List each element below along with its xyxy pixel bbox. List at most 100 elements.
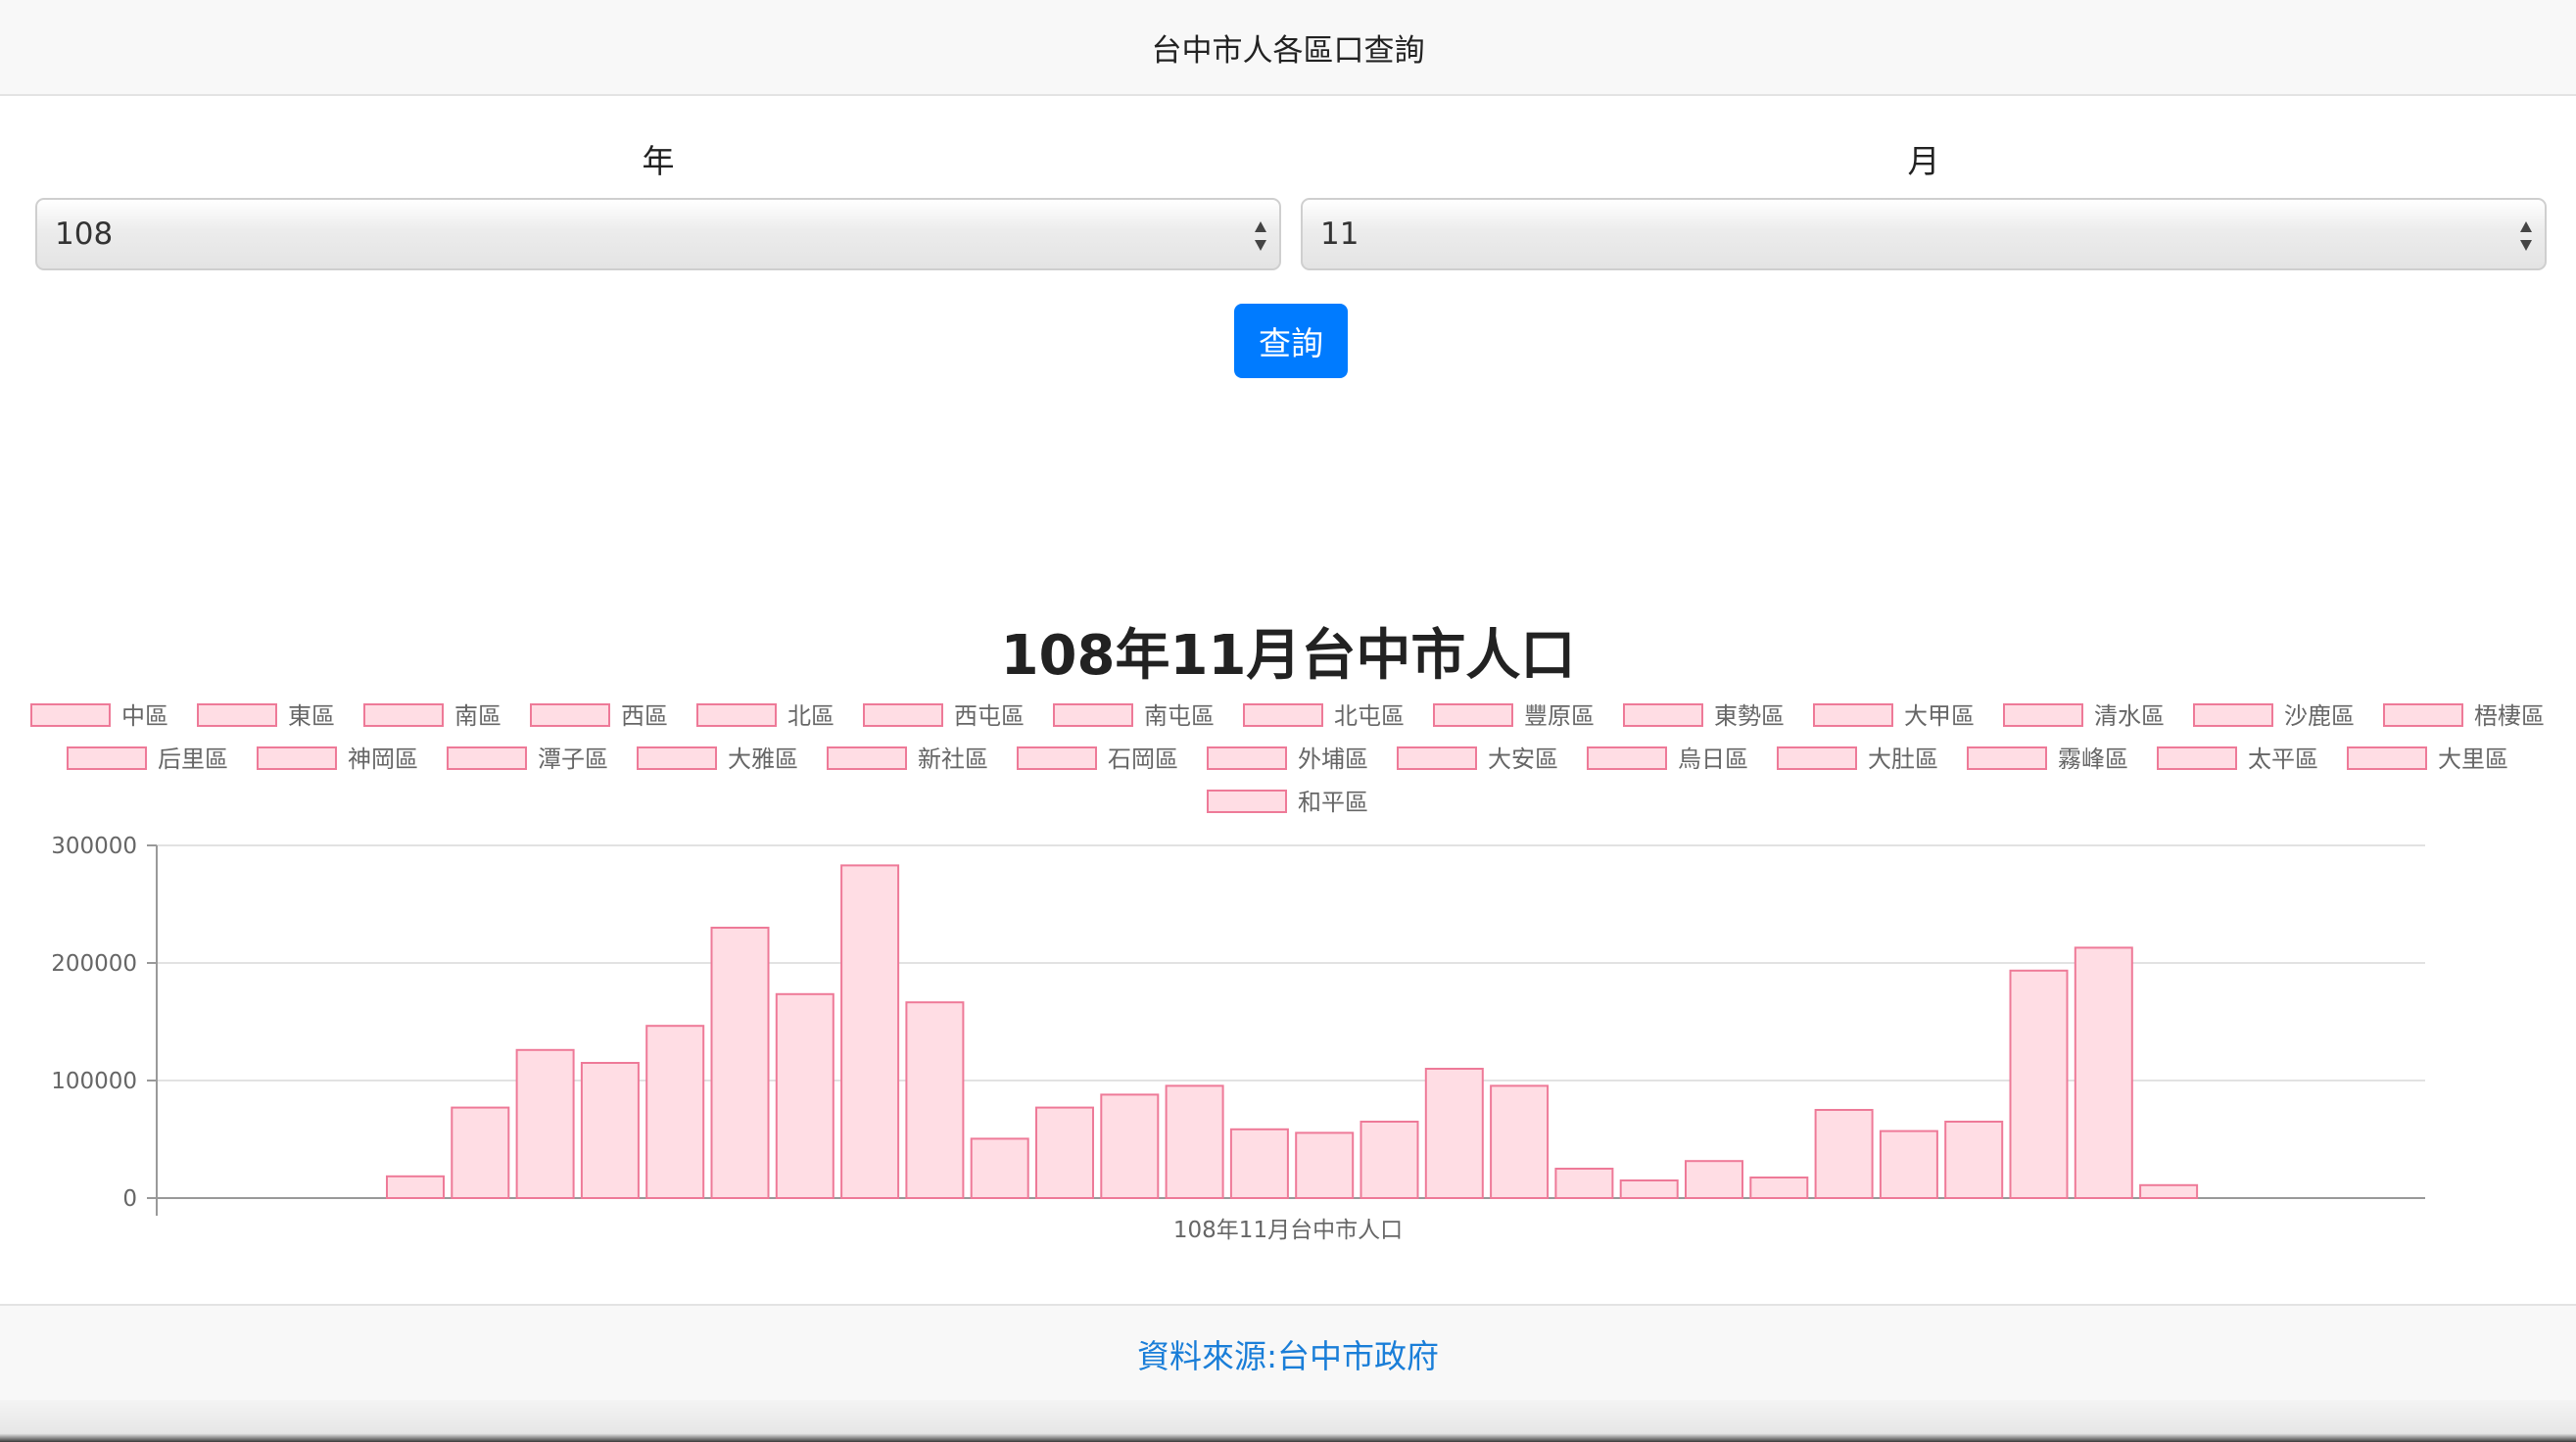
legend-swatch[interactable] (1967, 746, 2047, 770)
legend-swatch[interactable] (363, 703, 444, 727)
legend-swatch[interactable] (827, 746, 907, 770)
bar-北屯區[interactable] (840, 864, 900, 1199)
bar-中區[interactable] (386, 1175, 445, 1199)
bar-石岡區[interactable] (1619, 1179, 1679, 1199)
bar-太平區[interactable] (2009, 969, 2069, 1199)
legend-swatch[interactable] (257, 746, 337, 770)
bar-東勢區[interactable] (970, 1137, 1029, 1199)
bar-新社區[interactable] (1554, 1168, 1614, 1199)
legend-label[interactable]: 大里區 (2438, 745, 2508, 773)
legend-label[interactable]: 梧棲區 (2474, 702, 2545, 730)
legend-label[interactable]: 外埔區 (1298, 745, 1368, 773)
legend-label[interactable]: 中區 (121, 702, 168, 730)
legend-label[interactable]: 大雅區 (728, 745, 798, 773)
bar-沙鹿區[interactable] (1165, 1084, 1224, 1199)
legend-swatch[interactable] (1017, 746, 1097, 770)
legend-label[interactable]: 烏日區 (1678, 745, 1748, 773)
bar-潭子區[interactable] (1424, 1068, 1484, 1199)
legend-swatch[interactable] (197, 703, 277, 727)
legend-swatch[interactable] (2003, 703, 2083, 727)
legend-swatch[interactable] (1207, 746, 1287, 770)
bar-大雅區[interactable] (1490, 1084, 1550, 1199)
legend-swatch[interactable] (1777, 746, 1857, 770)
legend-label[interactable]: 大甲區 (1904, 702, 1975, 730)
legend-label[interactable]: 北區 (787, 702, 835, 730)
legend-label[interactable]: 西屯區 (954, 702, 1025, 730)
bar-和平區[interactable] (2139, 1183, 2199, 1199)
legend-swatch[interactable] (1813, 703, 1893, 727)
legend-label[interactable]: 清水區 (2094, 702, 2165, 730)
legend-swatch[interactable] (2383, 703, 2463, 727)
legend-swatch[interactable] (30, 703, 111, 727)
legend-label[interactable]: 東勢區 (1714, 702, 1785, 730)
legend-swatch[interactable] (530, 703, 610, 727)
select-arrows-icon (1255, 221, 1266, 251)
bar-南區[interactable] (515, 1048, 575, 1199)
y-tick-label: 0 (122, 1186, 137, 1212)
y-tick-label: 100000 (51, 1069, 137, 1094)
bar-西區[interactable] (580, 1062, 640, 1199)
legend-label[interactable]: 神岡區 (348, 745, 418, 773)
legend-label[interactable]: 西區 (621, 702, 668, 730)
legend-label[interactable]: 東區 (288, 702, 335, 730)
legend-swatch[interactable] (696, 703, 777, 727)
bar-北區[interactable] (645, 1025, 705, 1200)
month-select-value: 11 (1320, 216, 1360, 252)
legend-label[interactable]: 和平區 (1298, 789, 1368, 816)
year-select[interactable]: 108 (35, 198, 1281, 270)
legend-label[interactable]: 太平區 (2248, 745, 2318, 773)
legend-swatch[interactable] (637, 746, 717, 770)
bar-東區[interactable] (451, 1106, 510, 1200)
legend-label[interactable]: 北屯區 (1334, 702, 1405, 730)
legend-label[interactable]: 大肚區 (1868, 745, 1938, 773)
bar-梧棲區[interactable] (1229, 1128, 1289, 1199)
bar-烏日區[interactable] (1814, 1109, 1874, 1199)
y-tick-label: 200000 (51, 951, 137, 977)
chart-title: 108年11月台中市人口 (1000, 624, 1576, 688)
legend-label[interactable]: 南區 (454, 702, 501, 730)
bar-外埔區[interactable] (1685, 1160, 1743, 1200)
legend-label[interactable]: 豐原區 (1524, 702, 1595, 730)
footer: 資料來源:台中市政府 (0, 1304, 2576, 1404)
legend-swatch[interactable] (2193, 703, 2273, 727)
bar-大里區[interactable] (2074, 946, 2133, 1199)
bar-南屯區[interactable] (775, 992, 835, 1199)
year-label: 年 (642, 142, 675, 180)
legend-label[interactable]: 后里區 (158, 745, 228, 773)
legend-label[interactable]: 新社區 (918, 745, 988, 773)
legend-swatch[interactable] (2347, 746, 2427, 770)
bar-豐原區[interactable] (905, 1001, 965, 1200)
query-button[interactable]: 查詢 (1234, 304, 1348, 378)
legend-swatch[interactable] (1433, 703, 1513, 727)
bar-大甲區[interactable] (1035, 1106, 1094, 1200)
bar-大肚區[interactable] (1879, 1130, 1938, 1200)
page-title: 台中市人各區口查詢 (1151, 32, 1425, 69)
legend-swatch[interactable] (1243, 703, 1323, 727)
month-select[interactable]: 11 (1301, 198, 2547, 270)
bar-神岡區[interactable] (1360, 1121, 1419, 1199)
legend-swatch[interactable] (1053, 703, 1133, 727)
legend-label[interactable]: 潭子區 (538, 745, 608, 773)
legend-label[interactable]: 大安區 (1488, 745, 1558, 773)
legend-label[interactable]: 石岡區 (1108, 745, 1178, 773)
bar-大安區[interactable] (1749, 1177, 1809, 1199)
legend-swatch[interactable] (1623, 703, 1703, 727)
legend-label[interactable]: 南屯區 (1144, 702, 1215, 730)
bar-清水區[interactable] (1100, 1093, 1160, 1199)
month-label: 月 (1907, 142, 1940, 180)
data-source-link[interactable]: 資料來源:台中市政府 (1137, 1330, 1439, 1377)
legend-swatch[interactable] (863, 703, 943, 727)
legend-label[interactable]: 霧峰區 (2058, 745, 2128, 773)
legend-swatch[interactable] (1587, 746, 1667, 770)
legend-swatch[interactable] (2157, 746, 2237, 770)
bar-西屯區[interactable] (710, 927, 770, 1199)
select-arrows-icon (2520, 221, 2532, 251)
legend-swatch[interactable] (1397, 746, 1477, 770)
window-bottom-edge (0, 1400, 2576, 1442)
legend-swatch[interactable] (67, 746, 147, 770)
legend-label[interactable]: 沙鹿區 (2284, 702, 2355, 730)
bar-霧峰區[interactable] (1944, 1121, 2004, 1199)
bar-后里區[interactable] (1295, 1131, 1355, 1199)
legend-swatch[interactable] (447, 746, 527, 770)
legend-swatch[interactable] (1207, 790, 1287, 813)
